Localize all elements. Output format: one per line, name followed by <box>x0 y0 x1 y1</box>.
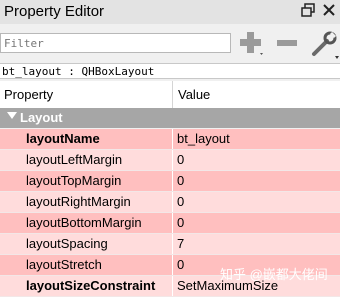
table-row[interactable]: layoutBottomMargin 0 <box>0 213 340 234</box>
property-name: layoutSpacing <box>0 234 172 254</box>
object-name-label: bt_layout : QHBoxLayout <box>0 63 340 79</box>
table-row[interactable]: layoutLeftMargin 0 <box>0 150 340 171</box>
header-divider[interactable] <box>172 81 173 108</box>
filter-toolbar <box>0 26 340 66</box>
header-value[interactable]: Value <box>178 87 210 102</box>
property-value[interactable]: 0 <box>173 192 340 212</box>
wrench-icon[interactable] <box>311 30 339 59</box>
property-name: layoutSizeConstraint <box>0 276 172 296</box>
property-value[interactable]: 0 <box>173 150 340 170</box>
property-name: layoutName <box>0 129 172 149</box>
window-title: Property Editor <box>4 3 105 20</box>
property-name: layoutTopMargin <box>0 171 172 191</box>
table-row[interactable]: layoutName bt_layout <box>0 129 340 150</box>
table-row[interactable]: layoutTopMargin 0 <box>0 171 340 192</box>
property-name: layoutLeftMargin <box>0 150 172 170</box>
property-value[interactable]: 0 <box>173 213 340 233</box>
property-name: layoutBottomMargin <box>0 213 172 233</box>
filter-input[interactable] <box>0 33 231 53</box>
dock-float-icon[interactable] <box>300 3 316 19</box>
minus-icon[interactable] <box>275 30 299 58</box>
expand-arrow-icon[interactable] <box>7 112 17 119</box>
layout-group-row[interactable]: Layout <box>0 108 340 128</box>
table-row[interactable]: layoutRightMargin 0 <box>0 192 340 213</box>
property-name: layoutStretch <box>0 255 172 275</box>
watermark: 知乎 @嵌都大佬间 <box>220 267 328 282</box>
title-bar: Property Editor <box>0 0 340 24</box>
close-icon[interactable] <box>321 3 337 19</box>
header-property[interactable]: Property <box>4 87 53 102</box>
plus-icon[interactable] <box>238 30 264 58</box>
property-value[interactable]: bt_layout <box>173 129 340 149</box>
group-label: Layout <box>20 110 63 125</box>
property-value[interactable]: 0 <box>173 171 340 191</box>
property-name: layoutRightMargin <box>0 192 172 212</box>
table-row[interactable]: layoutSpacing 7 <box>0 234 340 255</box>
property-value[interactable]: 7 <box>173 234 340 254</box>
table-header: Property Value <box>0 81 340 109</box>
